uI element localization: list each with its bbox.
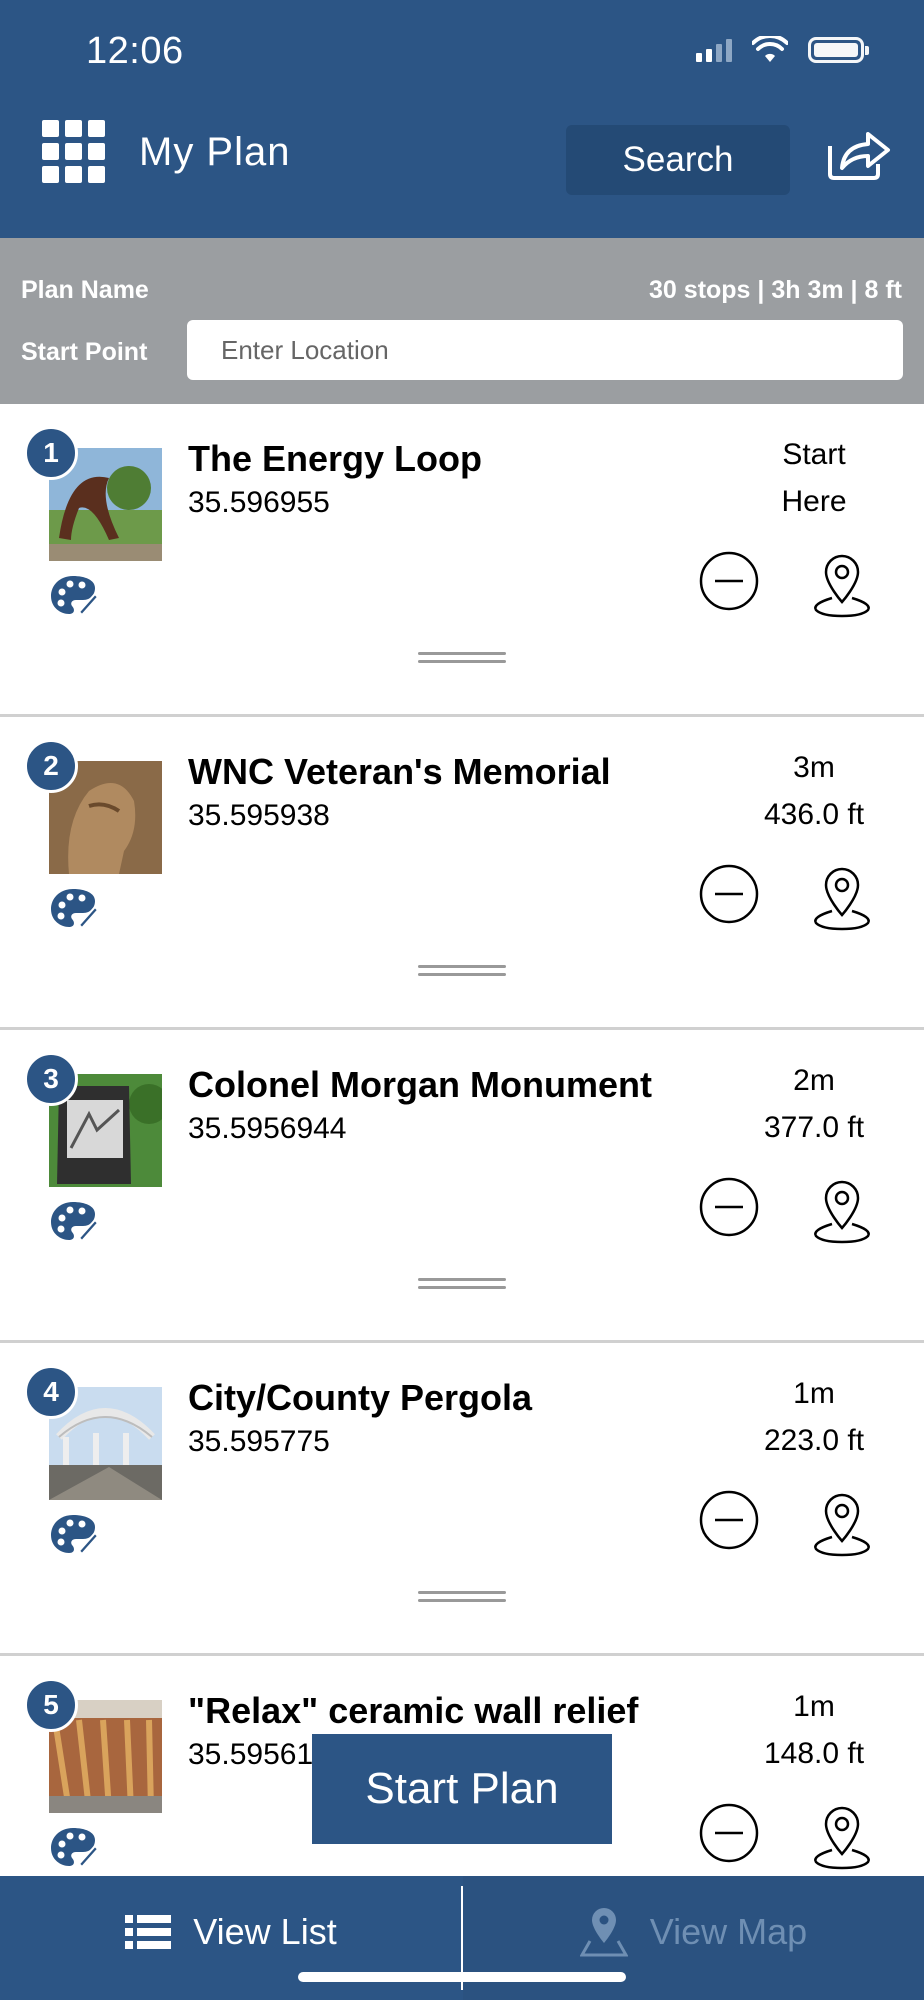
drag-handle[interactable] bbox=[418, 652, 506, 664]
remove-circle-icon[interactable] bbox=[698, 1802, 760, 1864]
map-pin-icon[interactable] bbox=[808, 1800, 876, 1870]
palette-icon bbox=[51, 576, 99, 617]
list-item[interactable]: 3 Colonel Morgan Monument 35.5956944 2m … bbox=[0, 1030, 924, 1343]
stop-name[interactable]: "Relax" ceramic wall relief bbox=[188, 1690, 638, 1732]
palette-icon bbox=[51, 1515, 99, 1556]
map-pin-icon[interactable] bbox=[808, 1174, 876, 1244]
stop-coordinate: 35.596955 bbox=[188, 486, 330, 519]
remove-circle-icon[interactable] bbox=[698, 1489, 760, 1551]
list-item[interactable]: 1 The Energy Loop 35.596955 Start Here bbox=[0, 404, 924, 717]
drag-handle[interactable] bbox=[418, 1278, 506, 1290]
drag-handle[interactable] bbox=[418, 965, 506, 977]
plan-info-bar: Plan Name 30 stops | 3h 3m | 8 ft Start … bbox=[0, 238, 924, 404]
plan-stats: 30 stops | 3h 3m | 8 ft bbox=[649, 276, 902, 304]
stop-time: Start bbox=[782, 438, 846, 471]
stop-number-badge: 3 bbox=[24, 1052, 78, 1106]
status-icons bbox=[696, 36, 869, 64]
map-pin-icon[interactable] bbox=[808, 861, 876, 931]
battery-icon bbox=[808, 37, 869, 63]
stop-distance: 223.0 ft bbox=[763, 1424, 865, 1457]
stop-distance: 377.0 ft bbox=[763, 1111, 865, 1144]
remove-circle-icon[interactable] bbox=[698, 863, 760, 925]
cellular-signal-icon bbox=[696, 38, 732, 62]
stop-coordinate: 35.595775 bbox=[188, 1425, 330, 1458]
wifi-icon bbox=[752, 36, 788, 62]
share-icon[interactable] bbox=[822, 124, 892, 182]
status-time: 12:06 bbox=[86, 30, 184, 72]
start-point-label: Start Point bbox=[21, 338, 148, 366]
palette-icon bbox=[51, 889, 99, 930]
palette-icon bbox=[51, 1202, 99, 1243]
drag-handle[interactable] bbox=[418, 1591, 506, 1603]
search-button[interactable]: Search bbox=[566, 125, 790, 195]
stop-number-badge: 5 bbox=[24, 1678, 78, 1732]
remove-circle-icon[interactable] bbox=[698, 1176, 760, 1238]
tab-view-list-label: View List bbox=[193, 1911, 337, 1952]
stop-time: 1m bbox=[793, 1377, 835, 1410]
stop-time: 1m bbox=[793, 1690, 835, 1723]
stop-name[interactable]: The Energy Loop bbox=[188, 438, 482, 480]
stop-list: 1 The Energy Loop 35.596955 Start Here 2… bbox=[0, 404, 924, 1876]
stop-name[interactable]: City/County Pergola bbox=[188, 1377, 532, 1419]
stop-number-badge: 2 bbox=[24, 739, 78, 793]
remove-circle-icon[interactable] bbox=[698, 550, 760, 612]
app-header: 12:06 My Plan Search bbox=[0, 0, 924, 238]
palette-icon bbox=[51, 1828, 99, 1869]
stop-distance: Here bbox=[781, 485, 847, 518]
stop-distance: 148.0 ft bbox=[763, 1737, 865, 1770]
home-indicator bbox=[298, 1972, 626, 1982]
stop-coordinate: 35.59561 bbox=[188, 1738, 314, 1771]
stop-name[interactable]: WNC Veteran's Memorial bbox=[188, 751, 611, 793]
tab-view-map-label: View Map bbox=[649, 1911, 808, 1952]
stop-coordinate: 35.5956944 bbox=[188, 1112, 347, 1145]
plan-name-label[interactable]: Plan Name bbox=[21, 276, 149, 305]
stop-number-badge: 1 bbox=[24, 426, 78, 480]
start-plan-button[interactable]: Start Plan bbox=[312, 1734, 612, 1844]
list-item[interactable]: 4 City/County Pergola 35.595775 1m 223.0… bbox=[0, 1343, 924, 1656]
map-marker-icon bbox=[579, 1908, 628, 1957]
map-pin-icon[interactable] bbox=[808, 548, 876, 618]
list-item[interactable]: 2 WNC Veteran's Memorial 35.595938 3m 43… bbox=[0, 717, 924, 1030]
stop-number-badge: 4 bbox=[24, 1365, 78, 1419]
stop-time: 2m bbox=[793, 1064, 835, 1097]
stop-name[interactable]: Colonel Morgan Monument bbox=[188, 1064, 652, 1106]
stop-distance: 436.0 ft bbox=[763, 798, 865, 831]
grid-menu-icon[interactable] bbox=[42, 120, 106, 184]
stop-coordinate: 35.595938 bbox=[188, 799, 330, 832]
list-icon bbox=[125, 1915, 172, 1949]
page-title: My Plan bbox=[139, 130, 291, 174]
start-location-input[interactable] bbox=[187, 320, 903, 380]
stop-time: 3m bbox=[793, 751, 835, 784]
map-pin-icon[interactable] bbox=[808, 1487, 876, 1557]
